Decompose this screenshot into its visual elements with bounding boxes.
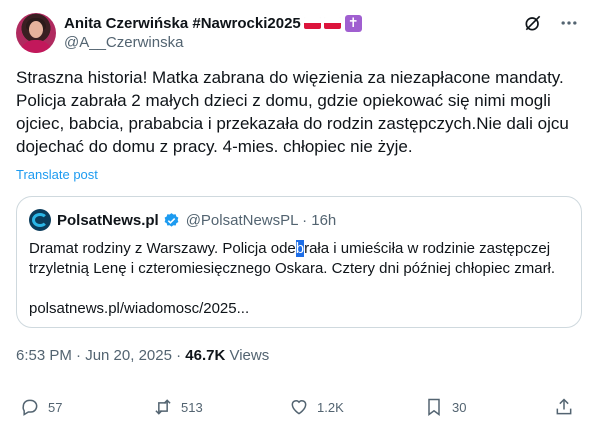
tweet: Anita Czerwińska #Nawrocki2025 ✝ @A__Cze… [0, 0, 596, 431]
quote-handle-time: @PolsatNewsPL · 16h [185, 211, 337, 229]
quote-text-part: Dramat rodziny z Warszawy. Policja ode [29, 240, 296, 257]
poland-flag-icon [303, 17, 321, 29]
poland-flag-icon [323, 17, 341, 29]
share-button[interactable] [554, 397, 574, 417]
share-icon [556, 398, 572, 415]
timestamp[interactable]: 6:53 PM · Jun 20, 2025 · [16, 347, 185, 364]
author-name-row: Anita Czerwińska #Nawrocki2025 ✝ [64, 13, 362, 33]
avatar[interactable] [16, 13, 56, 53]
quoted-tweet[interactable]: PolsatNews.pl @PolsatNewsPL · 16h Dramat… [16, 196, 582, 328]
quote-author-name: PolsatNews.pl [57, 211, 159, 229]
repost-button[interactable]: 513 [153, 397, 203, 417]
views-label: Views [225, 347, 270, 364]
repost-count: 513 [181, 399, 203, 415]
translate-post-link[interactable]: Translate post [16, 167, 98, 182]
top-actions [522, 12, 580, 34]
more-options-icon[interactable] [558, 12, 580, 34]
quote-header: PolsatNews.pl @PolsatNewsPL · 16h [29, 209, 336, 231]
tweet-meta: 6:53 PM · Jun 20, 2025 · 46.7K Views [16, 347, 269, 364]
reply-button[interactable]: 57 [20, 397, 62, 417]
reply-count: 57 [48, 399, 63, 415]
quote-text: Dramat rodziny z Warszawy. Policja odebr… [29, 239, 569, 279]
action-bar: 57 513 1.2K 30 [16, 397, 580, 421]
like-count: 1.2K [317, 399, 344, 415]
tweet-text: Straszna historia! Matka zabrana do więz… [16, 68, 569, 156]
author-handle[interactable]: @A__Czerwinska [64, 34, 183, 51]
heart-icon [291, 400, 307, 415]
like-button[interactable]: 1.2K [289, 397, 344, 417]
text-selection-highlight: b [295, 240, 305, 257]
latin-cross-icon: ✝ [344, 14, 362, 32]
reply-icon [22, 399, 38, 416]
bookmark-button[interactable]: 30 [424, 397, 466, 417]
views-count: 46.7K [185, 347, 226, 364]
repost-icon [155, 399, 171, 415]
bookmark-icon [428, 398, 440, 416]
polsatnews-logo-icon [29, 209, 51, 231]
author-display-name[interactable]: Anita Czerwińska #Nawrocki2025 [64, 15, 301, 32]
grok-icon[interactable] [522, 12, 544, 34]
quote-link[interactable]: polsatnews.pl/wiadomosc/2025... [29, 300, 249, 317]
verified-badge-icon [163, 212, 180, 229]
bookmark-count: 30 [452, 399, 467, 415]
